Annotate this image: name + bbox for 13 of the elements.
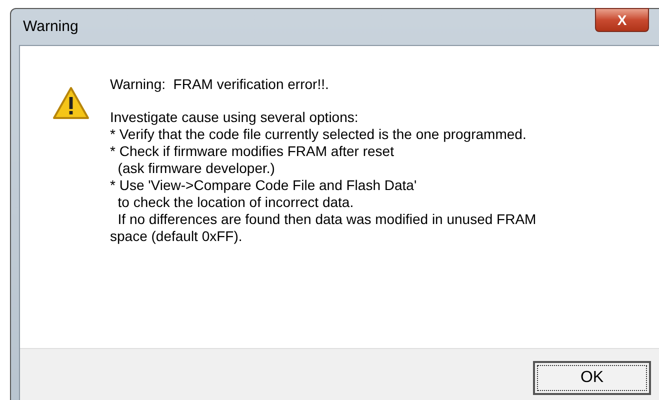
message-line: (ask firmware developer.) xyxy=(116,160,276,177)
message-line: Investigate cause using several options: xyxy=(110,109,360,126)
message-line: * Use 'View->Compare Code File and Flash Data' xyxy=(110,177,418,194)
warning-heading: Warning: FRAM verification error!!. xyxy=(110,76,330,93)
warning-icon xyxy=(52,86,90,120)
close-button[interactable]: X xyxy=(595,8,649,32)
message-line: If no differences are found then data was modified in unused FRAM xyxy=(116,211,536,228)
window-title: Warning xyxy=(23,16,78,37)
message-line: * Check if firmware modifies FRAM after reset xyxy=(110,143,395,160)
message-line: to check the location of incorrect data. xyxy=(116,194,355,211)
message-line: space (default 0xFF). xyxy=(110,228,244,245)
ok-button[interactable]: OK xyxy=(533,360,651,394)
message-line: * Verify that the code file currently selected is the one programmed. xyxy=(110,126,528,143)
